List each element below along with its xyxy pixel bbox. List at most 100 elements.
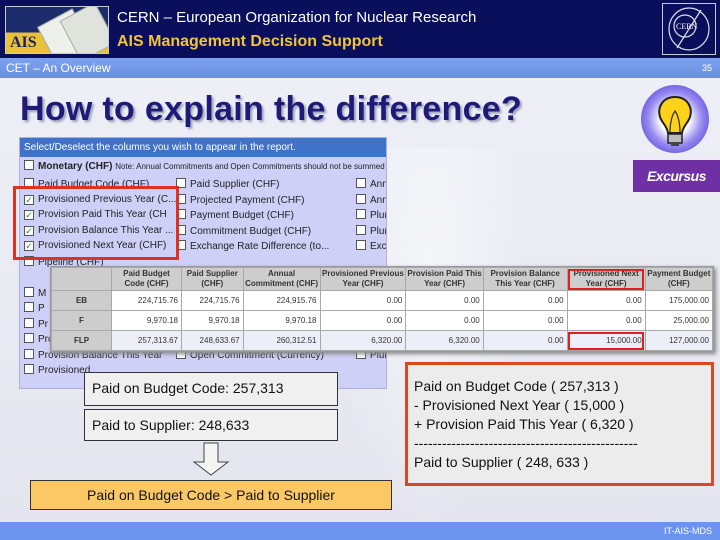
column-header: Provision Paid This Year (CHF) (405, 267, 484, 291)
section-bar: CET – An Overview 35 (0, 58, 720, 78)
table-cell: 257,313.67 (111, 330, 182, 351)
table-cell: 260,312.51 (242, 330, 321, 351)
row-label: F (51, 310, 112, 331)
column-option-label: Pr (38, 318, 48, 330)
unchecked-checkbox[interactable] (24, 364, 34, 374)
panel-heading: Select/Deselect the columns you wish to … (20, 138, 386, 157)
organization-title: CERN – European Organization for Nuclear… (117, 9, 477, 26)
column-header (51, 267, 112, 291)
column-option[interactable]: Projected Payment (CHF) (176, 193, 356, 206)
explanation-line: - Provisioned Next Year ( 15,000 ) (414, 397, 625, 413)
table-cell: 127,000.00 (644, 330, 714, 351)
paid-budget-code-box: Paid on Budget Code: 257,313 (84, 372, 338, 406)
unchecked-checkbox[interactable] (356, 224, 366, 235)
down-arrow-icon (192, 442, 230, 476)
table-cell: 248,633.67 (180, 330, 244, 351)
column-option[interactable]: Payment Budget (CHF) (176, 209, 356, 221)
unchecked-checkbox[interactable] (356, 209, 366, 219)
column-option-label: Exch (370, 241, 387, 252)
column-header: Provisioned Previous Year (CHF) (319, 267, 407, 291)
column-header: Annual Commitment (CHF) (242, 267, 321, 291)
table-cell: 224,915.76 (242, 290, 321, 311)
table-cell: 0.00 (482, 310, 568, 331)
unchecked-checkbox[interactable] (24, 317, 34, 328)
paid-supplier-box: Paid to Supplier: 248,633 (84, 409, 338, 441)
slide-header: AIS CERN – European Organization for Nuc… (0, 0, 720, 58)
table-cell: 0.00 (405, 290, 484, 311)
column-option[interactable]: Paid Supplier (CHF) (176, 178, 356, 190)
product-title: AIS Management Decision Support (117, 33, 383, 50)
ais-logo: AIS (5, 6, 109, 54)
column-option-label: Payment Budget (CHF) (190, 210, 294, 221)
unchecked-checkbox[interactable] (24, 302, 34, 312)
explanation-separator: ----------------------------------------… (414, 435, 638, 451)
table-cell: 0.00 (566, 290, 646, 311)
table-row: FLP 257,313.67 248,633.67 260,312.51 6,320.0… (51, 330, 714, 351)
column-option-label: Plur- (370, 225, 386, 237)
cern-logo: CERN (662, 3, 716, 55)
column-option-label: Paid Supplier (CHF) (190, 179, 280, 190)
unchecked-checkbox[interactable] (24, 333, 34, 343)
column-option-label: Provisioned (38, 365, 91, 376)
conclusion-box: Paid on Budget Code > Paid to Supplier (30, 480, 392, 510)
table-cell: 6,320.00 (319, 330, 407, 351)
column-option-label: Annu (370, 194, 386, 206)
column-header: Provision Balance This Year (CHF) (482, 267, 568, 291)
column-header: Payment Budget (CHF) (644, 267, 714, 291)
page-number: 35 (701, 63, 712, 73)
row-label: EB (51, 290, 112, 311)
column-option[interactable]: Annu (356, 193, 386, 206)
table-cell: 0.00 (319, 310, 407, 331)
table-cell: 0.00 (566, 310, 646, 331)
unchecked-checkbox[interactable] (356, 240, 366, 250)
monetary-checkbox[interactable] (24, 160, 34, 170)
table-cell: 0.00 (319, 290, 407, 311)
slide-footer: IT-AIS-MDS (0, 522, 720, 540)
unchecked-checkbox[interactable] (356, 178, 366, 188)
report-table: Paid Budget Code (CHF) Paid Supplier (CHF… (50, 266, 714, 352)
column-option-label: P (38, 303, 45, 314)
table-cell: 25,000.00 (644, 310, 714, 331)
column-option[interactable]: Commitment Budget (CHF) (176, 224, 356, 237)
column-option-label: M (38, 287, 47, 299)
table-cell: 9,970.18 (111, 310, 182, 331)
column-header: Paid Budget Code (CHF) (111, 267, 182, 291)
explanation-line: Paid to Supplier ( 248, 633 ) (414, 454, 589, 470)
highlight-selected-provisions (13, 186, 179, 260)
column-header: Provisioned Next Year (CHF) (566, 267, 646, 291)
table-cell: 175,000.00 (644, 290, 714, 311)
column-option[interactable]: Plur- (356, 224, 386, 237)
column-option-label: Annu (370, 179, 386, 190)
row-label: FLP (51, 330, 112, 351)
table-cell: 0.00 (405, 310, 484, 331)
explanation-box: Paid on Budget Code ( 257,313 ) - Provis… (405, 362, 714, 486)
table-cell: 224,715.76 (111, 290, 182, 311)
column-option-label: Plur- (370, 210, 386, 221)
table-cell: 15,000.00 (566, 330, 646, 351)
table-cell: 9,970.18 (242, 310, 321, 331)
explanation-line: + Provision Paid This Year ( 6,320 ) (414, 416, 634, 432)
unchecked-checkbox[interactable] (356, 193, 366, 204)
column-option[interactable]: Annu (356, 178, 386, 190)
page-title: How to explain the difference? (20, 90, 523, 128)
excursus-badge: Excursus (633, 160, 720, 192)
table-cell: 9,970.18 (180, 310, 244, 331)
column-header: Paid Supplier (CHF) (180, 267, 244, 291)
column-option-label: Commitment Budget (CHF) (190, 225, 312, 237)
column-option-label: Projected Payment (CHF) (190, 194, 305, 206)
table-row: EB 224,715.76 224,715.76 224,915.76 0.00 0.00… (51, 290, 714, 311)
footer-label: IT-AIS-MDS (663, 526, 712, 536)
svg-text:CERN: CERN (676, 22, 698, 31)
section-title: CET – An Overview (6, 61, 111, 75)
table-row: F 9,970.18 9,970.18 9,970.18 0.00 0.00 0.00 0.0… (51, 310, 714, 331)
unchecked-checkbox[interactable] (24, 286, 34, 297)
column-option[interactable]: Exch (356, 240, 387, 252)
monetary-row: Monetary (CHF) Note: Annual Commitments … (20, 157, 386, 176)
table-cell: 0.00 (482, 330, 568, 351)
column-option-label: Exchange Rate Difference (to... (190, 241, 330, 252)
column-option[interactable]: Plur- (356, 209, 386, 221)
unchecked-checkbox[interactable] (24, 348, 34, 359)
table-cell: 224,715.76 (180, 290, 244, 311)
column-option[interactable]: Exchange Rate Difference (to... (176, 240, 356, 252)
table-cell: 0.00 (482, 290, 568, 311)
